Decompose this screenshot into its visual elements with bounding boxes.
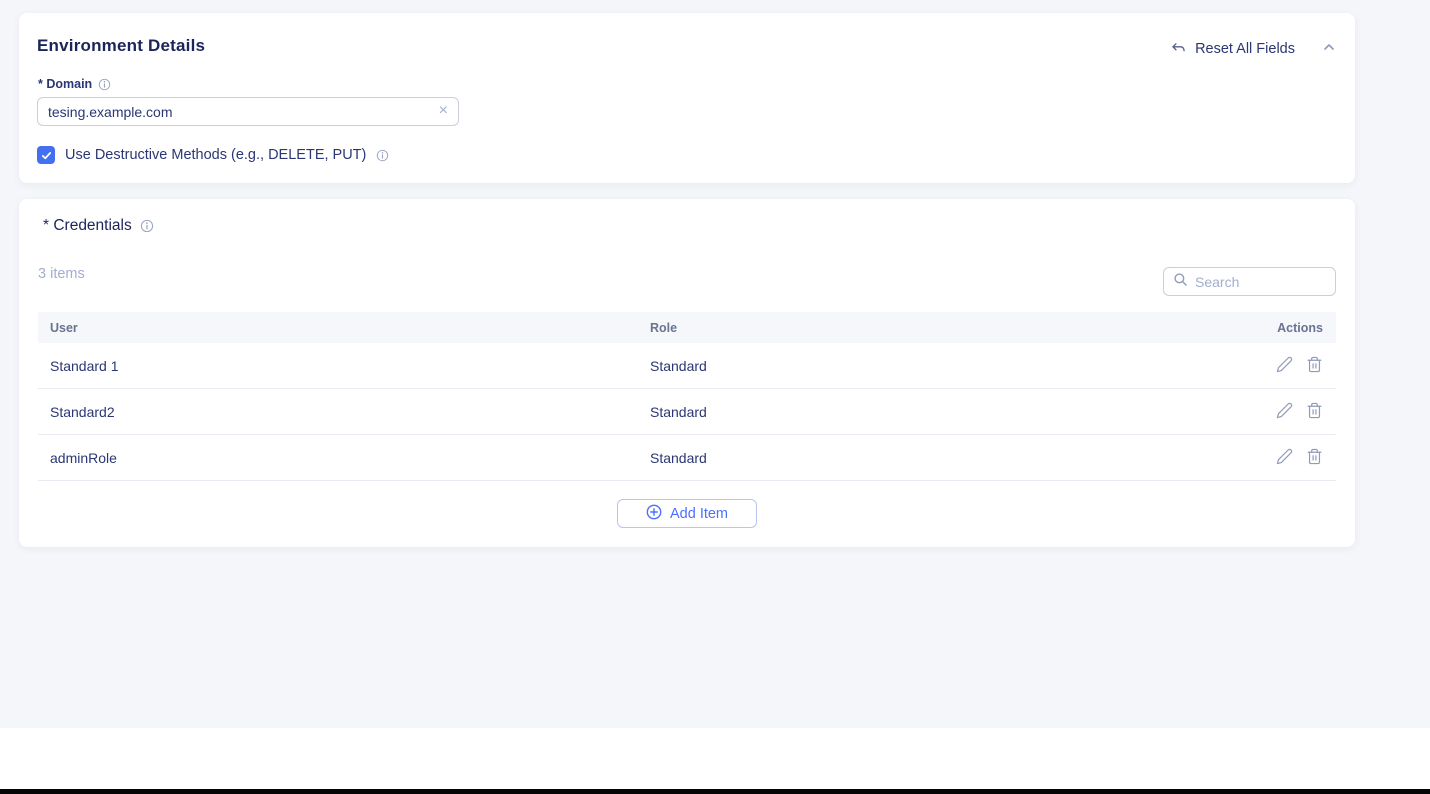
edit-button[interactable] [1276,402,1293,422]
collapse-section-button[interactable] [1319,37,1339,60]
environment-details-card: Environment Details Reset All Fields [19,13,1355,183]
column-header-user: User [38,321,650,335]
table-row: Standard2 Standard [38,389,1336,435]
cell-actions [1240,402,1336,422]
domain-input[interactable] [48,104,439,120]
delete-button[interactable] [1306,356,1323,376]
domain-field-label: * Domain [38,77,92,91]
credentials-table: User Role Actions Standard 1 Standard [38,312,1336,481]
table-row: Standard 1 Standard [38,343,1336,389]
column-header-role: Role [650,321,1240,335]
screen: Environment Details Reset All Fields [0,0,1430,794]
pencil-icon [1276,448,1293,468]
domain-field-label-row: * Domain [38,77,111,91]
destructive-methods-row: Use Destructive Methods (e.g., DELETE, P… [37,146,389,164]
chevron-up-icon [1321,39,1337,58]
search-input[interactable] [1195,274,1326,290]
pencil-icon [1276,356,1293,376]
credentials-title: * Credentials [43,217,132,235]
cell-actions [1240,448,1336,468]
credentials-card: * Credentials 3 items User [19,199,1355,547]
footer-action-bar: Discard Apply [0,728,1430,789]
cell-user: adminRole [38,450,650,466]
cell-role: Standard [650,358,1240,374]
environment-card-actions: Reset All Fields [1170,37,1339,60]
info-icon[interactable] [376,149,389,162]
table-row: adminRole Standard [38,435,1336,481]
clear-input-icon[interactable]: × [439,103,448,121]
cell-role: Standard [650,404,1240,420]
credentials-table-header: User Role Actions [38,312,1336,343]
add-item-button[interactable]: Add Item [617,499,757,528]
add-item-label: Add Item [670,506,728,522]
reset-icon [1170,40,1187,57]
destructive-methods-label: Use Destructive Methods (e.g., DELETE, P… [65,147,366,163]
pencil-icon [1276,402,1293,422]
items-count: 3 items [38,266,85,282]
trash-icon [1306,402,1323,422]
plus-circle-icon [646,504,662,524]
search-icon [1173,272,1188,292]
edit-button[interactable] [1276,448,1293,468]
info-icon[interactable] [98,78,111,91]
search-box [1163,267,1336,296]
bottom-edge-strip [0,789,1430,794]
column-header-actions: Actions [1240,321,1336,335]
info-icon[interactable] [140,219,154,233]
destructive-methods-checkbox[interactable] [37,146,55,164]
domain-input-wrap: × [37,97,459,126]
cell-actions [1240,356,1336,376]
cell-user: Standard 1 [38,358,650,374]
reset-all-fields-button[interactable]: Reset All Fields [1170,40,1295,57]
trash-icon [1306,448,1323,468]
cell-role: Standard [650,450,1240,466]
credentials-title-row: * Credentials [43,217,154,235]
delete-button[interactable] [1306,402,1323,422]
edit-button[interactable] [1276,356,1293,376]
cell-user: Standard2 [38,404,650,420]
trash-icon [1306,356,1323,376]
delete-button[interactable] [1306,448,1323,468]
environment-details-title: Environment Details [37,36,205,56]
reset-all-fields-label: Reset All Fields [1195,41,1295,57]
